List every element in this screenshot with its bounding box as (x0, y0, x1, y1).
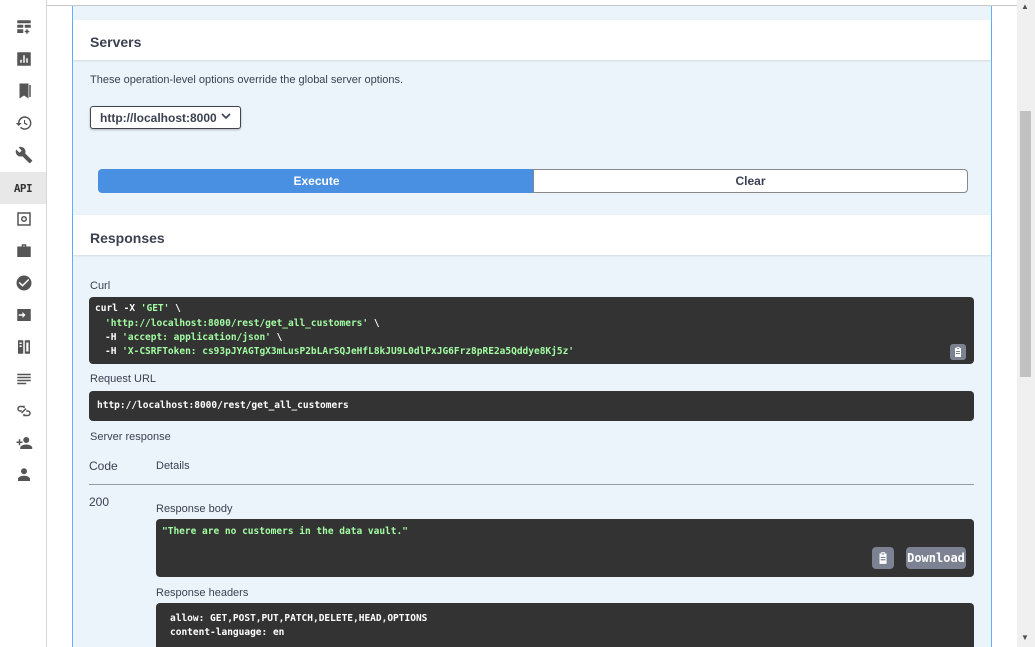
clear-button[interactable]: Clear (533, 169, 968, 193)
servers-header: Servers (73, 20, 991, 60)
document-transfer-icon[interactable] (13, 336, 35, 358)
execute-button[interactable]: Execute (98, 169, 535, 193)
curl-line-2: 'http://localhost:8000/rest/get_all_cust… (105, 318, 380, 329)
link-icon[interactable] (13, 400, 35, 422)
curl-line-4: -H 'X-CSRFToken: cs93pJYAGTgX3mLusP2bLAr… (105, 346, 575, 357)
briefcase-icon[interactable] (13, 240, 35, 262)
bookmarks-icon[interactable] (13, 80, 35, 102)
scroll-up-arrow-icon[interactable]: ▲ (1021, 2, 1029, 11)
table-header-divider (89, 484, 974, 485)
history-icon[interactable] (13, 112, 35, 134)
user-icon[interactable] (13, 464, 35, 486)
details-column-header: Details (156, 460, 190, 472)
response-header-line: allow: GET,POST,PUT,PATCH,DELETE,HEAD,OP… (170, 613, 428, 624)
response-code: 200 (89, 495, 110, 509)
code-column-header: Code (89, 459, 118, 473)
response-body-label: Response body (156, 503, 233, 515)
copy-response-button[interactable] (872, 547, 894, 569)
main-content: Servers These operation-level options ov… (47, 0, 1017, 647)
response-headers-block[interactable]: allow: GET,POST,PUT,PATCH,DELETE,HEAD,OP… (156, 603, 974, 647)
responses-header: Responses (73, 215, 991, 255)
response-body-block[interactable]: "There are no customers in the data vaul… (156, 519, 974, 577)
curl-line-1: curl -X 'GET' \ (95, 303, 181, 314)
bar-chart-icon[interactable] (13, 48, 35, 70)
text-lines-icon[interactable] (13, 368, 35, 390)
table-add-icon[interactable] (13, 16, 35, 38)
check-circle-icon[interactable] (13, 272, 35, 294)
request-url-block[interactable]: http://localhost:8000/rest/get_all_custo… (89, 391, 974, 421)
response-header-line: content-language: en (170, 627, 285, 638)
servers-note: These operation-level options override t… (90, 74, 404, 86)
import-icon[interactable] (13, 304, 35, 326)
response-body-value: "There are no customers in the data vaul… (162, 526, 408, 537)
clipboard-icon (879, 552, 887, 564)
request-url-label: Request URL (90, 373, 157, 385)
sidebar: API (0, 0, 47, 647)
request-url-value: http://localhost:8000/rest/get_all_custo… (97, 400, 349, 411)
server-select-value: http://localhost:8000 (100, 111, 217, 125)
response-headers-label: Response headers (156, 587, 249, 599)
server-response-label: Server response (90, 431, 171, 443)
copy-curl-button[interactable] (950, 344, 966, 360)
download-button[interactable]: Download (906, 547, 966, 569)
safe-icon[interactable] (13, 208, 35, 230)
curl-label: Curl (90, 280, 111, 292)
api-icon[interactable]: API (0, 172, 46, 204)
scroll-down-arrow-icon[interactable]: ▼ (1021, 633, 1029, 642)
clipboard-icon (955, 347, 961, 357)
scrollbar-thumb[interactable] (1020, 111, 1031, 377)
operation-block: Servers These operation-level options ov… (72, 6, 992, 647)
curl-code-block[interactable]: curl -X 'GET' \ 'http://localhost:8000/r… (89, 297, 974, 364)
server-select[interactable]: http://localhost:8000 (90, 106, 241, 129)
servers-title: Servers (90, 34, 142, 50)
curl-line-3: -H 'accept: application/json' \ (105, 332, 283, 343)
add-user-icon[interactable] (13, 432, 35, 454)
wrench-icon[interactable] (13, 144, 35, 166)
responses-title: Responses (90, 230, 165, 246)
chevron-down-icon (221, 113, 231, 120)
